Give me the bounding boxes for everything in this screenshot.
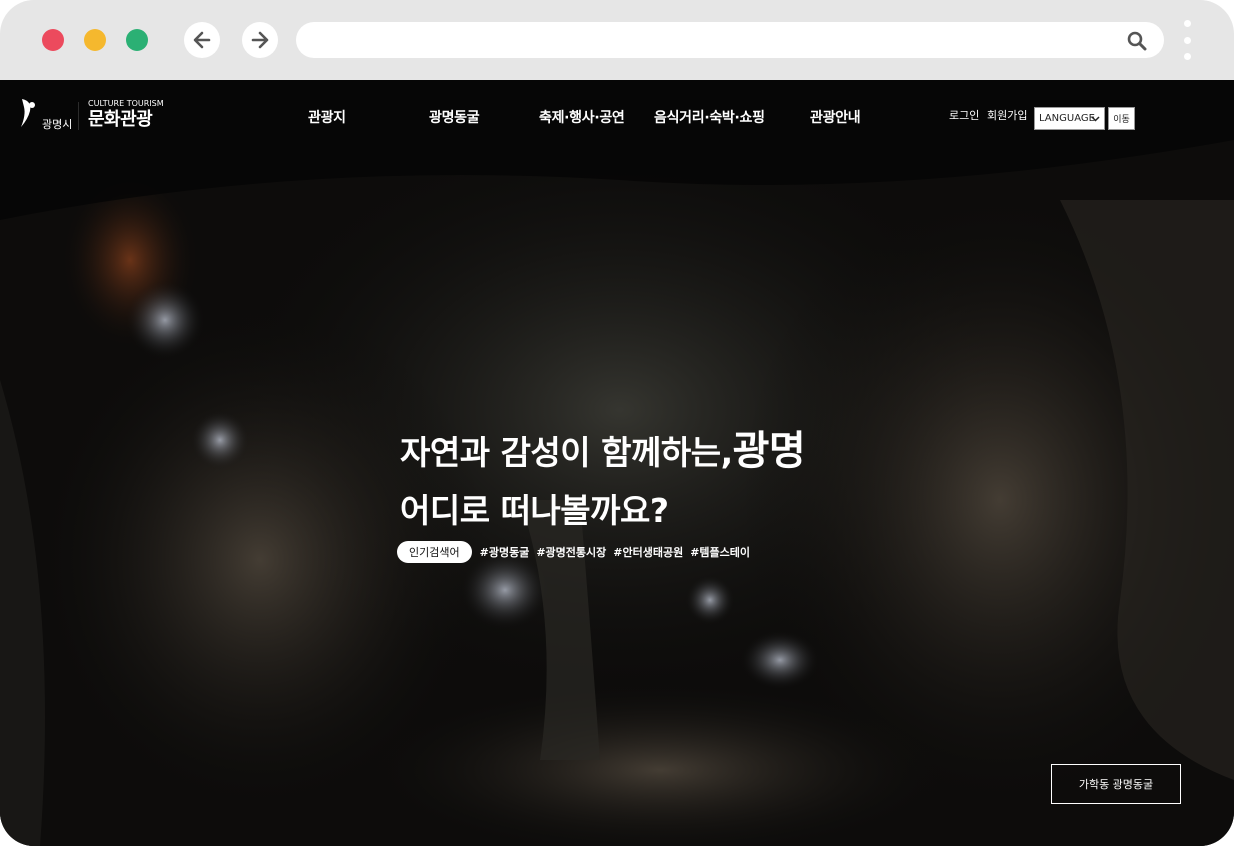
tourism-logo-en: CULTURE TOURISM [88,99,164,108]
hero-headline: 자연과 감성이 함께하는,광명 [400,418,806,476]
popular-tag[interactable]: #광명전통시장 [536,544,606,560]
back-button[interactable] [184,22,220,58]
popular-tag[interactable]: #안터생태공원 [613,544,683,560]
nav-item-festivals[interactable]: 축제·행사·공연 [539,107,625,127]
maximize-window-button[interactable] [126,29,148,51]
language-select[interactable]: LANGUAGE [1034,107,1105,130]
hero-subheadline: 어디로 떠나볼까요? [400,491,669,530]
city-logo[interactable]: 광명시 [18,97,72,131]
signup-link[interactable]: 회원가입 [987,107,1027,123]
nav-item-tour-info[interactable]: 관광안내 [810,107,861,127]
forward-button[interactable] [242,22,278,58]
address-bar[interactable] [296,22,1164,58]
language-select-value: LANGUAGE [1039,113,1095,124]
popular-search-badge: 인기검색어 [397,541,472,563]
hero-headline-emphasis: 광명 [732,428,806,474]
location-caption: 가학동 광명동굴 [1051,764,1181,804]
arrow-left-icon [193,31,211,49]
language-go-button[interactable]: 이동 [1108,107,1135,130]
minimize-window-button[interactable] [84,29,106,51]
close-window-button[interactable] [42,29,64,51]
arrow-right-icon [251,31,269,49]
popular-searches: 인기검색어 #광명동굴 #광명전통시장 #안터생태공원 #템플스테이 [397,541,757,563]
tourism-logo[interactable]: CULTURE TOURISM 문화관광 [88,99,164,131]
logo-divider [78,102,79,130]
nav-item-food-stay-shopping[interactable]: 음식거리·숙박·쇼핑 [654,107,765,127]
chevron-down-icon [1091,116,1100,122]
web-viewport: 광명시 CULTURE TOURISM 문화관광 관광지 광명동굴 축제·행사·… [0,80,1234,846]
login-link[interactable]: 로그인 [949,107,979,123]
kebab-menu-icon[interactable] [1182,20,1192,60]
search-icon[interactable] [1126,30,1148,52]
city-emblem-icon [21,99,35,127]
nav-item-attractions[interactable]: 관광지 [308,107,346,127]
site-header: 광명시 CULTURE TOURISM 문화관광 관광지 광명동굴 축제·행사·… [0,80,1234,156]
browser-window: 광명시 CULTURE TOURISM 문화관광 관광지 광명동굴 축제·행사·… [0,0,1234,846]
popular-tag[interactable]: #광명동굴 [480,544,530,560]
city-name: 광명시 [42,118,73,131]
tourism-logo-ko: 문화관광 [88,109,153,130]
popular-tag[interactable]: #템플스테이 [690,544,750,560]
hero-headline-text: 자연과 감성이 함께하는, [400,433,733,472]
nav-item-cave[interactable]: 광명동굴 [429,107,480,127]
